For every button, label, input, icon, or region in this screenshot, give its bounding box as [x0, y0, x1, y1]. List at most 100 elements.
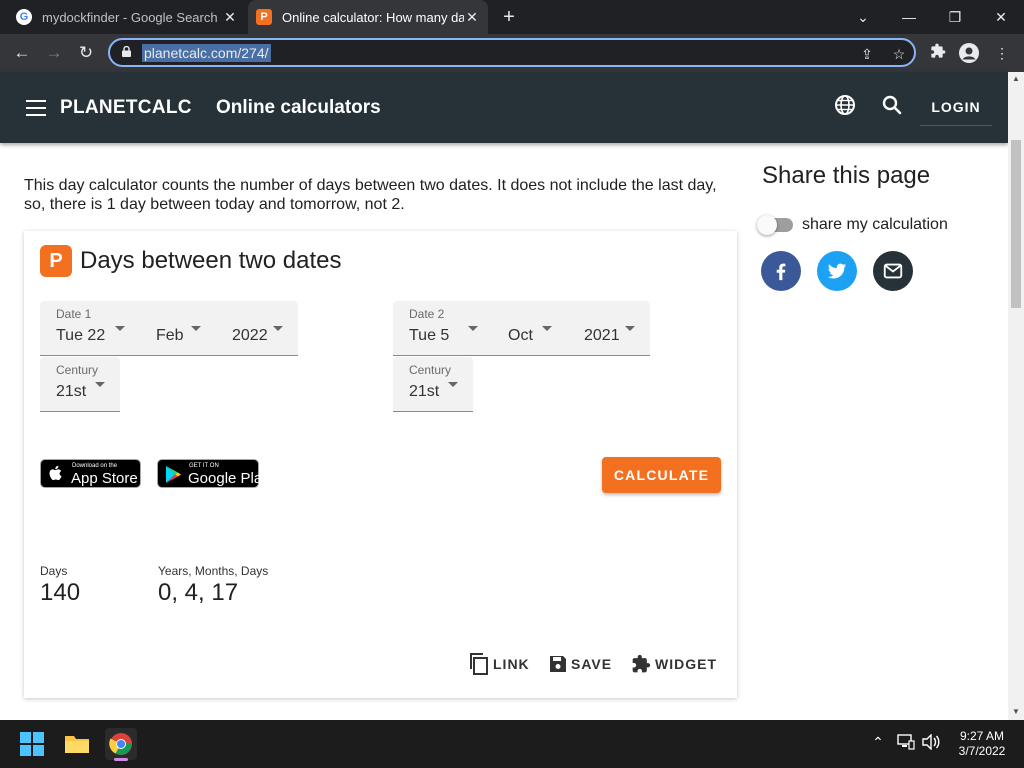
share-toggle-label[interactable]: share my calculation	[802, 216, 948, 234]
url-text[interactable]: planetcalc.com/274/	[142, 44, 271, 62]
minimize-button[interactable]: —	[886, 0, 932, 34]
scroll-up-arrow-icon[interactable]: ▲	[1008, 72, 1024, 86]
facebook-icon	[776, 263, 786, 281]
browser-toolbar: ← → ↻ planetcalc.com/274/ ⇪ ☆ ⋮	[0, 34, 1024, 72]
calculate-button[interactable]: CALCULATE	[602, 457, 721, 493]
date2-year-select[interactable]: 2021	[584, 327, 620, 345]
google-play-icon	[166, 466, 181, 483]
bookmark-star-icon[interactable]: ☆	[890, 45, 908, 63]
share-icon[interactable]: ⇪	[858, 45, 876, 63]
calculator-title: Days between two dates	[80, 247, 342, 274]
windows-start-icon[interactable]	[16, 728, 48, 760]
copy-link-icon	[470, 653, 488, 675]
scroll-down-arrow-icon[interactable]: ▼	[1008, 705, 1024, 719]
date1-month-select[interactable]: Feb	[156, 327, 184, 345]
facebook-share-button[interactable]	[761, 251, 801, 291]
browser-tab-strip: G mydockfinder - Google Search ✕ P Onlin…	[0, 0, 1024, 34]
date1-century-field[interactable]: Century 21st	[40, 357, 120, 412]
date2-century-select[interactable]: 21st	[409, 383, 439, 401]
date1-year-select[interactable]: 2022	[232, 327, 268, 345]
planetcalc-favicon-icon: P	[256, 9, 272, 25]
save-label: SAVE	[571, 656, 613, 672]
site-header: PLANETCALC Online calculators LOGIN	[0, 72, 1008, 143]
date1-day-select[interactable]: Tue 22	[56, 327, 105, 345]
chevron-down-icon[interactable]	[448, 382, 458, 387]
planetcalc-logo-icon: P	[40, 245, 72, 277]
tab-planetcalc[interactable]: P Online calculator: How many day ✕	[248, 0, 488, 34]
file-explorer-icon[interactable]	[61, 728, 93, 760]
chrome-taskbar-icon[interactable]	[105, 728, 137, 761]
link-label: LINK	[493, 656, 530, 672]
restore-button[interactable]: ❐	[932, 0, 978, 34]
volume-icon[interactable]	[921, 733, 941, 753]
century-label: Century	[409, 363, 452, 377]
date1-century-select[interactable]: 21st	[56, 383, 86, 401]
google-play-small-text: GET IT ON	[189, 463, 219, 469]
share-title: Share this page	[762, 162, 931, 189]
link-button[interactable]: LINK	[469, 651, 530, 677]
days-result-value: 140	[40, 579, 81, 606]
chevron-down-icon[interactable]	[115, 326, 125, 331]
chevron-down-icon[interactable]	[191, 326, 201, 331]
tab-title: Online calculator: How many day	[282, 9, 464, 25]
network-icon[interactable]	[896, 734, 916, 753]
tab-search-icon[interactable]: ⌄	[840, 0, 886, 34]
calculator-card: P Days between two dates Date 1 Tue 22 F…	[24, 231, 737, 698]
lock-icon	[122, 46, 131, 57]
email-share-button[interactable]	[873, 251, 913, 291]
app-store-big-text: App Store	[71, 470, 138, 487]
save-floppy-icon	[550, 656, 566, 672]
profile-avatar-icon[interactable]	[959, 43, 979, 63]
clock-date: 3/7/2022	[958, 744, 1006, 758]
close-tab-icon[interactable]: ✕	[222, 9, 238, 26]
system-clock[interactable]: 9:27 AM 3/7/2022	[950, 729, 1014, 759]
clock-time: 9:27 AM	[959, 729, 1005, 743]
site-brand[interactable]: PLANETCALC	[60, 97, 192, 119]
tab-title: mydockfinder - Google Search	[42, 9, 218, 25]
apple-icon	[49, 465, 62, 481]
close-window-button[interactable]: ✕	[978, 0, 1024, 34]
chevron-down-icon[interactable]	[542, 326, 552, 331]
date2-month-select[interactable]: Oct	[508, 327, 533, 345]
widget-label: WIDGET	[655, 656, 717, 672]
site-subtitle[interactable]: Online calculators	[216, 97, 381, 119]
widget-button[interactable]: WIDGET	[631, 651, 717, 677]
new-tab-button[interactable]: +	[498, 6, 520, 28]
app-store-small-text: Download on the	[72, 463, 118, 469]
google-play-big-text: Google Play	[188, 470, 270, 487]
chevron-down-icon[interactable]	[468, 326, 478, 331]
google-favicon-icon: G	[16, 9, 32, 25]
share-toggle-switch[interactable]	[757, 215, 777, 235]
twitter-share-button[interactable]	[817, 251, 857, 291]
days-result-label: Days	[40, 564, 68, 578]
chevron-down-icon[interactable]	[273, 326, 283, 331]
google-play-badge[interactable]: GET IT ON Google Play	[157, 459, 270, 488]
ymd-result-label: Years, Months, Days	[158, 564, 269, 578]
close-tab-icon[interactable]: ✕	[464, 9, 480, 26]
save-button[interactable]: SAVE	[549, 651, 612, 677]
globe-language-icon[interactable]	[833, 93, 857, 117]
century-label: Century	[56, 363, 99, 377]
widget-puzzle-icon	[632, 654, 651, 673]
app-store-badge[interactable]: Download on the App Store	[40, 459, 141, 488]
forward-arrow-icon[interactable]: →	[42, 41, 66, 65]
login-button[interactable]: LOGIN	[920, 88, 992, 126]
date2-century-field[interactable]: Century 21st	[393, 357, 473, 412]
scrollbar-thumb[interactable]	[1011, 140, 1021, 308]
chevron-down-icon[interactable]	[625, 326, 635, 331]
hamburger-menu-icon[interactable]	[26, 100, 46, 116]
date1-label: Date 1	[56, 307, 92, 321]
extensions-puzzle-icon[interactable]	[928, 43, 948, 63]
address-bar[interactable]: planetcalc.com/274/ ⇪ ☆	[108, 38, 916, 67]
chevron-up-tray-icon[interactable]: ⌃	[868, 734, 888, 751]
menu-kebab-icon[interactable]: ⋮	[992, 43, 1012, 63]
back-arrow-icon[interactable]: ←	[10, 41, 34, 65]
windows-taskbar: ⌃ 9:27 AM 3/7/2022	[0, 720, 1024, 768]
reload-icon[interactable]: ↻	[74, 41, 98, 65]
chevron-down-icon[interactable]	[95, 382, 105, 387]
date2-label: Date 2	[409, 307, 445, 321]
tab-google-search[interactable]: G mydockfinder - Google Search ✕	[8, 0, 246, 34]
search-icon[interactable]	[880, 93, 904, 117]
ymd-result-value: 0, 4, 17	[158, 579, 239, 606]
date2-day-select[interactable]: Tue 5	[409, 327, 449, 345]
